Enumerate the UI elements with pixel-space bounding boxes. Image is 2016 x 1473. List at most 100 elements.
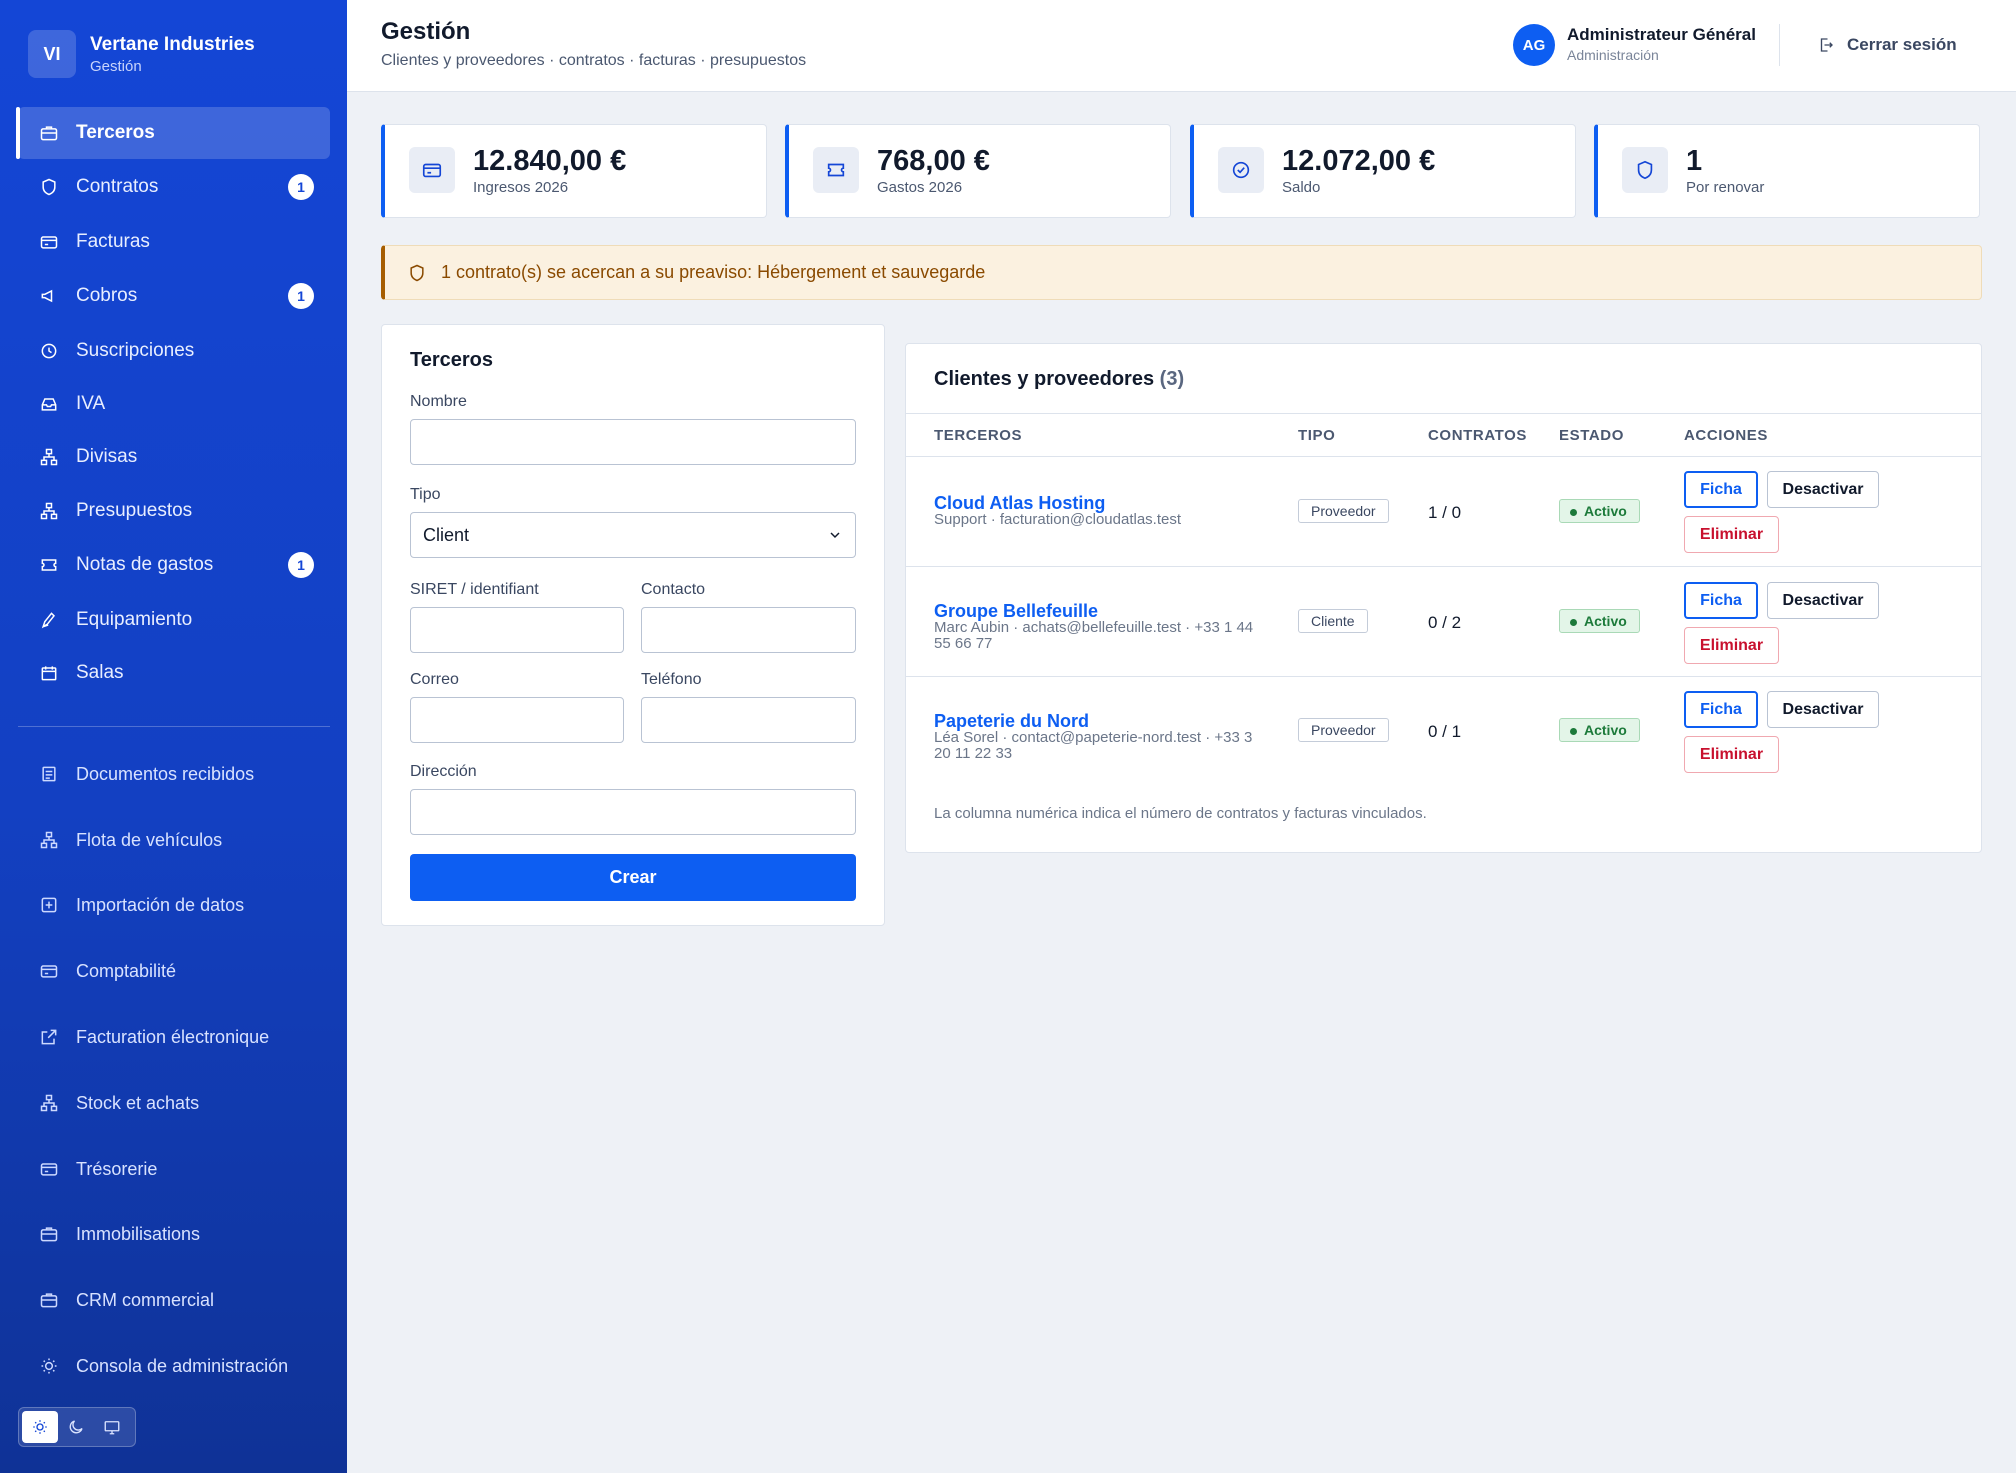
third-parties-table-panel: Clientes y proveedores (3) TERCEROS TIPO… [905,343,1982,853]
column-header[interactable]: ESTADO [1559,427,1624,444]
page-subtitle: Clientes y proveedores · contratos · fac… [381,52,807,69]
alert-text: 1 contrato(s) se acercan a su preaviso: … [441,262,986,282]
stat-value: 12.840,00 € [473,145,627,177]
brand[interactable]: VI Vertane Industries Gestión [28,30,255,78]
delete-button[interactable]: Eliminar [1684,516,1779,553]
check-circle-icon [1218,147,1264,193]
pen-icon [38,609,60,631]
address-field[interactable] [410,789,856,835]
status-badge: Activo [1559,609,1640,633]
column-header[interactable]: TIPO [1298,427,1335,444]
siret-label: SIRET / identifiant [410,581,539,598]
type-select[interactable]: Client [410,512,856,558]
sidebar-item-divisas[interactable]: Divisas [18,431,330,483]
sidebar-item-flota-de-vehiculos[interactable]: Flota de vehículos [18,814,330,866]
email-field[interactable] [410,697,624,743]
header-divider [1779,24,1780,66]
sidebar-item-facturas[interactable]: Facturas [18,216,330,268]
status-badge: Activo [1559,718,1640,742]
sidebar-item-suscripciones[interactable]: Suscripciones [18,325,330,377]
theme-dark-button[interactable] [58,1411,94,1443]
theme-light-button[interactable] [22,1411,58,1443]
deactivate-button[interactable]: Desactivar [1767,471,1879,508]
network-icon [38,829,60,851]
page-title: Gestión [381,18,471,45]
sidebar-item-presupuestos[interactable]: Presupuestos [18,485,330,537]
avatar[interactable]: AG [1513,24,1555,66]
deactivate-button[interactable]: Desactivar [1767,582,1879,619]
table-header: TERCEROS TIPO CONTRATOS ESTADO ACCIONES [906,413,1981,457]
sidebar-item-salas[interactable]: Salas [18,647,330,699]
stat-label: Por renovar [1686,179,1765,196]
phone-field[interactable] [641,697,856,743]
stat-card-saldo: 12.072,00 € Saldo [1190,124,1576,218]
stat-card-gastos: 768,00 € Gastos 2026 [785,124,1171,218]
view-button[interactable]: Ficha [1684,582,1758,619]
sidebar-item-label: Stock et achats [76,1092,200,1113]
sidebar-item-label: Cobros [76,285,138,306]
sidebar-item-equipamiento[interactable]: Equipamiento [18,594,330,646]
name-label: Nombre [410,393,467,410]
sidebar-item-immobilisations[interactable]: Immobilisations [18,1208,330,1260]
briefcase-icon [38,1289,60,1311]
column-header: ACCIONES [1684,427,1768,444]
table-row: Groupe Bellefeuille Marc Aubin · achats@… [906,567,1981,677]
sidebar-item-label: Trésorerie [76,1158,158,1179]
brand-name: Vertane Industries [90,33,255,55]
contact-field[interactable] [641,607,856,653]
sidebar-item-notas-de-gastos[interactable]: Notas de gastos 1 [18,539,330,591]
stat-label: Gastos 2026 [877,179,963,196]
sidebar-divider [18,726,330,727]
sidebar-item-crm-commercial[interactable]: CRM commercial [18,1274,330,1326]
sidebar-item-terceros[interactable]: Terceros [16,107,330,159]
column-header[interactable]: CONTRATOS [1428,427,1527,444]
logout-button[interactable]: Cerrar sesión [1817,30,1957,60]
name-field[interactable] [410,419,856,465]
briefcase-icon [38,122,60,144]
create-third-party-form: Terceros Nombre Tipo Client SIRET / iden… [381,324,885,926]
sidebar-item-contratos[interactable]: Contratos 1 [18,161,330,213]
contracts-count: 0 / 1 [1428,722,1462,741]
third-party-detail: Support · facturation@cloudatlas.test [934,511,1182,528]
sidebar-item-label: Consola de administración [76,1355,289,1376]
type-badge: Proveedor [1298,718,1389,742]
count-badge: 1 [288,174,314,200]
ticket-icon [38,554,60,576]
sidebar-item-consola-de-administracion[interactable]: Consola de administración [18,1340,330,1392]
stat-label: Saldo [1282,179,1321,196]
delete-button[interactable]: Eliminar [1684,627,1779,664]
email-label: Correo [410,671,459,688]
user-role: Administración [1567,47,1659,63]
column-header[interactable]: TERCEROS [934,427,1022,444]
sidebar-item-facturation-electronique[interactable]: Facturation électronique [18,1011,330,1063]
delete-button[interactable]: Eliminar [1684,736,1779,773]
table-row: Papeterie du Nord Léa Sorel · contact@pa… [906,677,1981,787]
sidebar-item-stock-et-achats[interactable]: Stock et achats [18,1077,330,1129]
sidebar-item-label: Notas de gastos [76,554,214,575]
type-select-value: Client [423,524,470,545]
sidebar-item-comptabilite[interactable]: Comptabilité [18,945,330,997]
form-title: Terceros [410,349,494,371]
create-button[interactable]: Crear [410,854,856,901]
ticket-icon [813,147,859,193]
deactivate-button[interactable]: Desactivar [1767,691,1879,728]
stat-value: 1 [1686,145,1703,177]
table-title-text: Clientes y proveedores [934,368,1155,390]
third-party-detail: Marc Aubin · achats@bellefeuille.test · … [934,619,1254,652]
shield-icon [38,176,60,198]
view-button[interactable]: Ficha [1684,691,1758,728]
sidebar-item-documentos-recibidos[interactable]: Documentos recibidos [18,748,330,800]
sidebar-item-label: Immobilisations [76,1223,201,1244]
sidebar-item-importacion-de-datos[interactable]: Importación de datos [18,879,330,931]
siret-field[interactable] [410,607,624,653]
user-name: Administrateur Général [1567,25,1756,44]
plus-square-icon [38,894,60,916]
theme-system-button[interactable] [94,1411,130,1443]
view-button[interactable]: Ficha [1684,471,1758,508]
sidebar-item-cobros[interactable]: Cobros 1 [18,270,330,322]
shield-icon [1622,147,1668,193]
sidebar-item-iva[interactable]: IVA [18,378,330,430]
sidebar-item-label: Divisas [76,446,138,467]
sidebar-item-tresorerie[interactable]: Trésorerie [18,1143,330,1195]
contracts-count: 0 / 2 [1428,613,1462,632]
